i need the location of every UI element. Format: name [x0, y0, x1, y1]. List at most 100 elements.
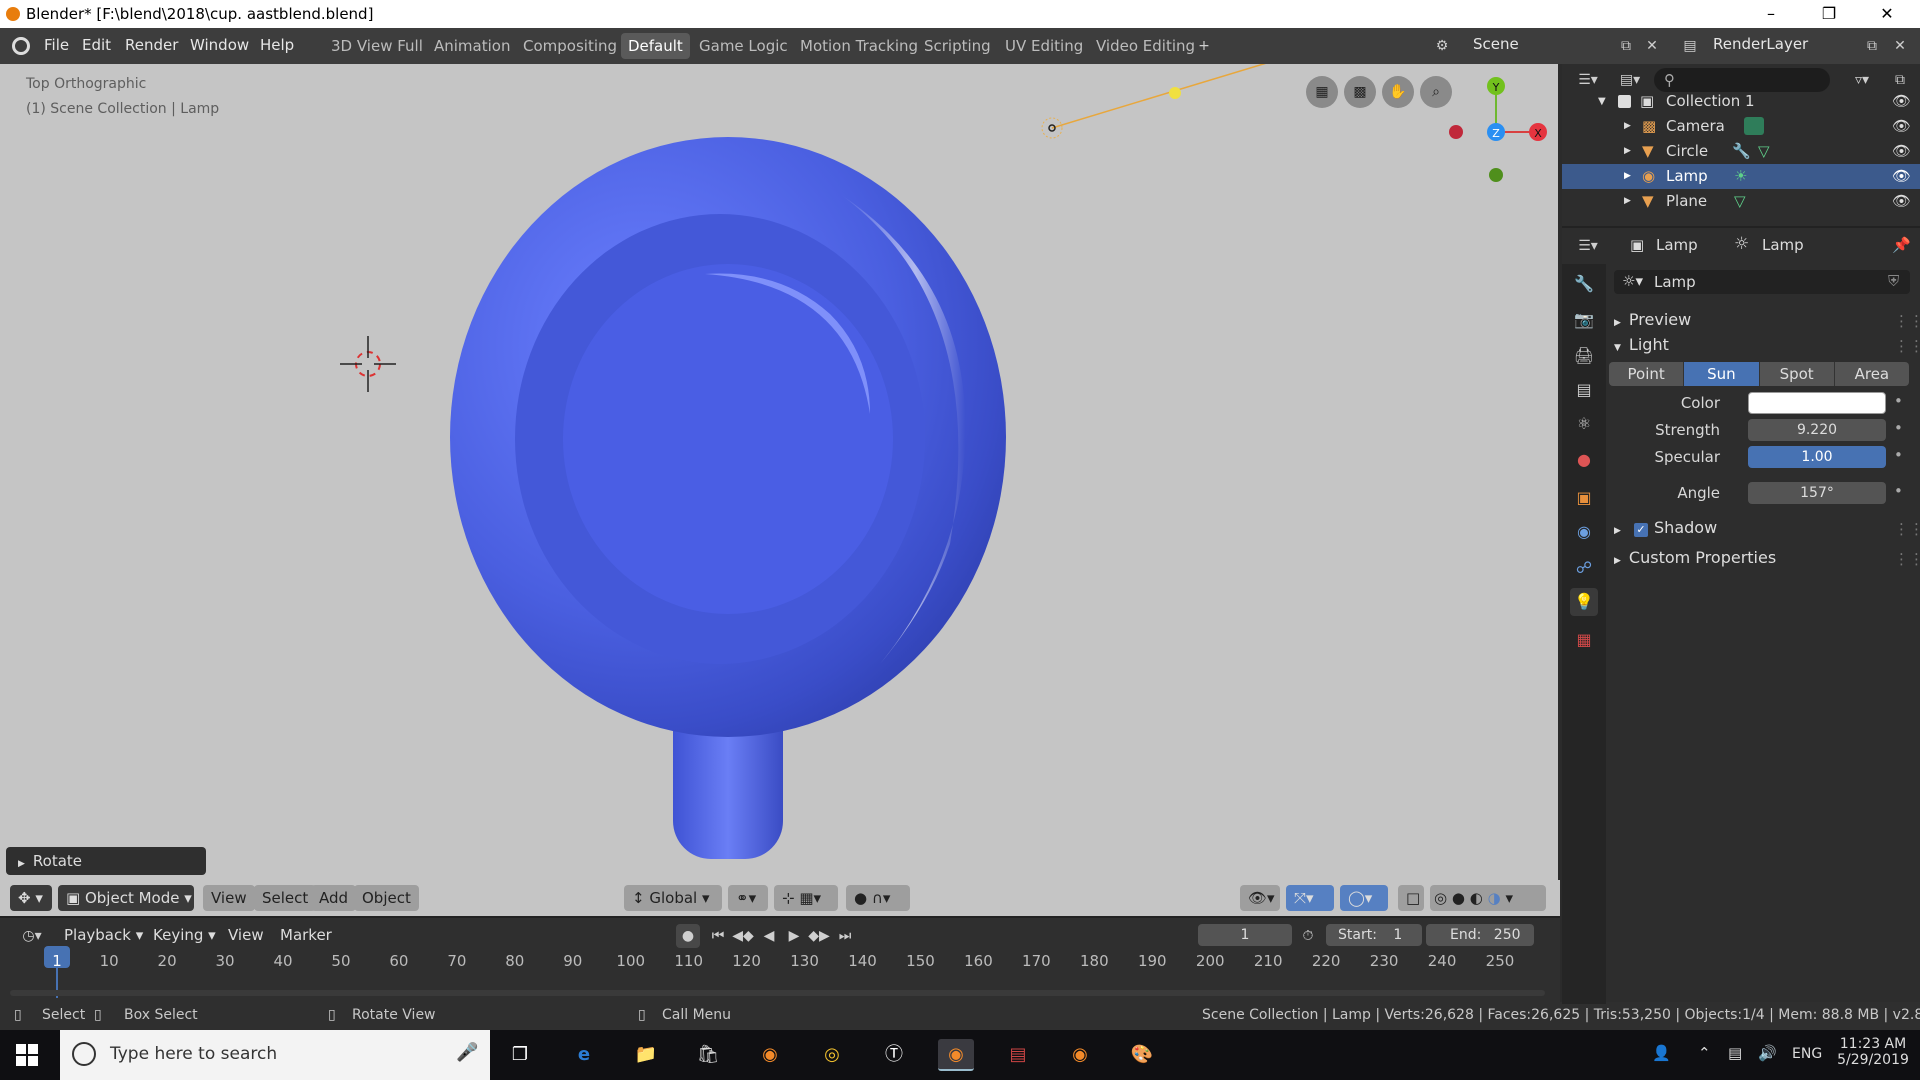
- menu-playback[interactable]: Playback ▾: [64, 926, 143, 944]
- shading-modes[interactable]: ◎ ● ◐ ◑ ▾: [1430, 885, 1546, 911]
- expand-arrow-icon[interactable]: ▶: [1624, 164, 1631, 189]
- taskbar-clock[interactable]: 11:23 AM 5/29/2019: [1836, 1036, 1910, 1068]
- 3d-viewport[interactable]: Top Orthographic (1) Scene Collection | …: [0, 64, 1560, 914]
- expand-arrow-icon[interactable]: ▶: [1624, 139, 1631, 164]
- custom-properties-panel-header[interactable]: ▶ Custom Properties: [1614, 548, 1776, 567]
- light-data-tab-icon[interactable]: 💡: [1570, 588, 1598, 616]
- eye-icon[interactable]: 👁: [1892, 164, 1911, 189]
- light-type-spot[interactable]: Spot: [1759, 362, 1835, 386]
- unreal-engine-icon[interactable]: Ⓣ: [876, 1039, 912, 1071]
- remove-scene-icon[interactable]: ✕: [1640, 34, 1664, 58]
- expand-arrow-icon[interactable]: ▼: [1598, 89, 1606, 114]
- menu-render[interactable]: Render: [125, 36, 178, 54]
- menu-timeline-view[interactable]: View: [228, 926, 264, 944]
- shadow-panel-header[interactable]: ▶ ✓ Shadow: [1614, 518, 1717, 537]
- props-editor-type-icon[interactable]: ☰▾: [1570, 234, 1606, 258]
- winrar-icon[interactable]: ▤: [1000, 1039, 1036, 1071]
- minimize-button[interactable]: –: [1748, 2, 1794, 26]
- wireframe-shading-icon[interactable]: ◎: [1434, 889, 1447, 907]
- tab-game-logic[interactable]: Game Logic: [692, 33, 795, 59]
- world-tab-icon[interactable]: ●: [1570, 446, 1598, 474]
- datablock-name[interactable]: Lamp: [1654, 273, 1696, 291]
- object-mode-dropdown[interactable]: ▣ Object Mode ▾: [58, 885, 194, 911]
- cup-object[interactable]: [430, 84, 1030, 924]
- pan-hand-icon[interactable]: ✋: [1382, 76, 1414, 108]
- windows-start-icon[interactable]: [16, 1044, 38, 1066]
- eye-icon[interactable]: 👁: [1892, 114, 1911, 139]
- outliner-item-plane[interactable]: ▶ ▼ Plane ▽ 👁: [1562, 189, 1920, 214]
- overlay-toggle-icon[interactable]: ◯▾: [1340, 885, 1388, 911]
- taskbar-search-box[interactable]: Type here to search 🎤: [60, 1030, 490, 1080]
- eye-icon[interactable]: 👁: [1892, 189, 1911, 214]
- shadow-checkbox[interactable]: ✓: [1634, 523, 1649, 537]
- scene-selector-icon[interactable]: ⚙: [1430, 34, 1454, 58]
- scene-name[interactable]: Scene: [1473, 35, 1519, 53]
- camera-view-icon[interactable]: ▩: [1344, 76, 1376, 108]
- tab-scripting[interactable]: Scripting: [917, 33, 998, 59]
- file-explorer-icon[interactable]: 📁: [628, 1039, 664, 1071]
- menu-keying[interactable]: Keying ▾: [153, 926, 216, 944]
- microphone-icon[interactable]: 🎤: [456, 1042, 478, 1063]
- pin-icon[interactable]: 📌: [1892, 236, 1911, 254]
- new-layer-icon[interactable]: ⧉: [1860, 34, 1884, 58]
- task-view-icon[interactable]: ❐: [502, 1039, 538, 1071]
- render-layer-icon[interactable]: ▤: [1678, 34, 1702, 58]
- tab-animation[interactable]: Animation: [427, 33, 517, 59]
- restore-button[interactable]: ❐: [1806, 2, 1852, 26]
- sun-lamp-object[interactable]: [1030, 64, 1280, 194]
- rendered-shading-icon[interactable]: ◑: [1488, 889, 1501, 907]
- outliner[interactable]: ☰▾ ▤▾ ⚲ ▿▾ ⧉ ▼ ▣ Collection 1 👁 ▶ ▩ Came…: [1562, 64, 1920, 226]
- preview-panel-header[interactable]: ▶ Preview: [1614, 310, 1691, 329]
- menu-window[interactable]: Window: [190, 36, 249, 54]
- paint-icon[interactable]: 🎨: [1124, 1039, 1160, 1071]
- drag-handle-icon[interactable]: ⋮⋮: [1894, 550, 1920, 568]
- properties-editor[interactable]: ☰▾ ▣ Lamp ☼ Lamp 📌 🔧 📷 🖨 ▤ ⚛ ● ▣ ◉ ☍ 💡 ▦…: [1562, 226, 1920, 1004]
- outliner-item-collection[interactable]: ▼ ▣ Collection 1 👁: [1562, 89, 1920, 114]
- snap-icon[interactable]: ⊹ ▦▾: [774, 885, 838, 911]
- menu-object[interactable]: Object: [354, 885, 419, 911]
- add-workspace-icon[interactable]: +: [1192, 34, 1216, 58]
- light-type-area[interactable]: Area: [1834, 362, 1909, 386]
- gizmo-toggle-icon[interactable]: ⤧▾: [1286, 885, 1334, 911]
- modifier-tab-icon[interactable]: ◉: [1570, 518, 1598, 546]
- render-tab-icon[interactable]: 📷: [1570, 306, 1598, 334]
- breadcrumb-object[interactable]: Lamp: [1656, 236, 1698, 254]
- language-indicator[interactable]: ENG: [1792, 1046, 1822, 1062]
- constraint-tab-icon[interactable]: ☍: [1570, 554, 1598, 582]
- menu-view[interactable]: View: [203, 885, 255, 911]
- keyframe-dot-icon[interactable]: •: [1894, 392, 1903, 410]
- color-swatch[interactable]: [1748, 392, 1886, 414]
- eye-icon[interactable]: 👁: [1892, 89, 1911, 114]
- firefox-icon[interactable]: ◉: [752, 1039, 788, 1071]
- pivot-icon[interactable]: ⚭▾: [728, 885, 768, 911]
- tool-tab-icon[interactable]: 🔧: [1570, 270, 1598, 298]
- blender-2-taskbar-icon[interactable]: ◉: [1062, 1039, 1098, 1071]
- end-frame-field[interactable]: End: 250: [1426, 924, 1534, 946]
- last-operator-panel[interactable]: ▶ Rotate: [6, 847, 206, 875]
- editor-type-icon[interactable]: ✥ ▾: [10, 885, 52, 911]
- menu-select[interactable]: Select: [254, 885, 317, 911]
- drag-handle-icon[interactable]: ⋮⋮: [1894, 337, 1920, 355]
- menu-marker[interactable]: Marker: [280, 926, 332, 944]
- output-tab-icon[interactable]: 🖨: [1570, 342, 1598, 370]
- checkbox-icon[interactable]: [1618, 95, 1631, 108]
- timeline-scrollbar[interactable]: [10, 990, 1545, 996]
- breadcrumb-data[interactable]: Lamp: [1762, 236, 1804, 254]
- menu-add[interactable]: Add: [311, 885, 357, 911]
- orientation-dropdown[interactable]: ↕ Global ▾: [624, 885, 722, 911]
- solid-shading-icon[interactable]: ●: [1452, 889, 1465, 907]
- eye-icon[interactable]: 👁: [1892, 139, 1911, 164]
- xray-icon[interactable]: □: [1398, 885, 1424, 911]
- blender-taskbar-icon[interactable]: ◉: [938, 1039, 974, 1071]
- light-datablock-selector[interactable]: ☼▾ Lamp ⛨: [1614, 270, 1910, 294]
- tab-uv-editing[interactable]: UV Editing: [998, 33, 1090, 59]
- close-button[interactable]: ✕: [1864, 2, 1910, 26]
- keyframe-dot-icon[interactable]: •: [1894, 446, 1903, 464]
- drag-handle-icon[interactable]: ⋮⋮: [1894, 312, 1920, 330]
- outliner-item-lamp[interactable]: ▶ ◉ Lamp ☀ 👁: [1562, 164, 1920, 189]
- specular-slider[interactable]: 1.00: [1748, 446, 1886, 468]
- chrome-icon[interactable]: ◎: [814, 1039, 850, 1071]
- drag-handle-icon[interactable]: ⋮⋮: [1894, 520, 1920, 538]
- outliner-item-camera[interactable]: ▶ ▩ Camera 👁: [1562, 114, 1920, 139]
- blender-menu-icon[interactable]: [12, 37, 30, 55]
